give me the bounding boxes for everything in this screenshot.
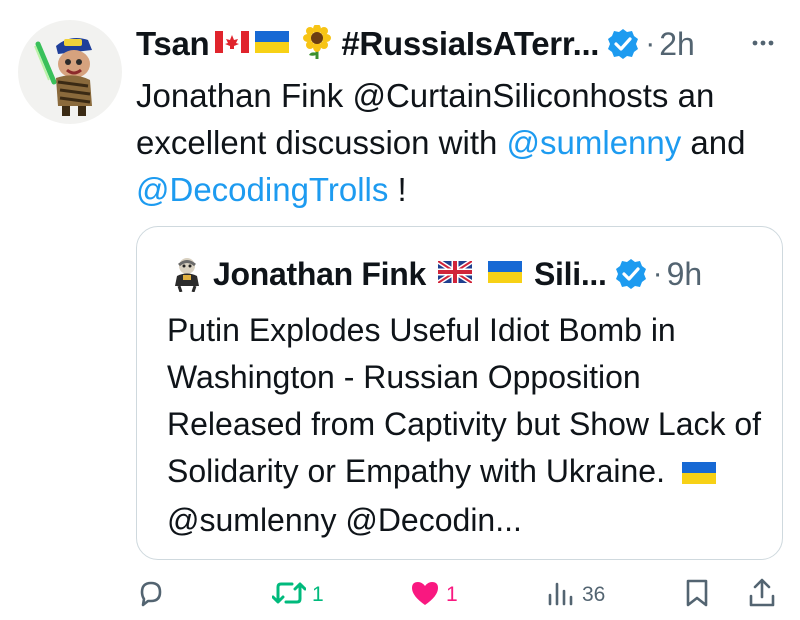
views-button[interactable]: 36 [546,572,605,618]
retweet-count: 1 [312,583,324,606]
uk-flag-icon [436,258,474,288]
separator-dot: · [645,27,656,60]
mention-link[interactable]: @sumlenny [507,124,682,161]
timestamp[interactable]: 2h [659,26,695,63]
quoted-text-part: @sumlenny @Decodin... [167,502,522,538]
tweet-text-part: ! [388,171,407,208]
share-button[interactable] [748,572,776,618]
quoted-tweet[interactable]: Jonathan Fink Sili... · 9h Putin Explode… [136,226,783,560]
quoted-tweet-header: Jonathan Fink Sili... · 9h [171,253,771,295]
ukraine-flag-icon [255,30,290,58]
quoted-text-part: Putin Explodes Useful Idiot Bomb in Wash… [167,312,762,489]
quoted-tweet-text: Putin Explodes Useful Idiot Bomb in Wash… [167,307,767,544]
heart-icon [410,579,440,612]
quoted-author-handle-display[interactable]: Sili... [534,256,607,293]
bookmark-icon [684,578,710,613]
tweet[interactable]: Tsan #RussiaIsATerr... · 2h Jonathan Fin… [0,0,800,620]
views-icon [546,578,576,613]
mention-link[interactable]: @DecodingTrolls [136,171,388,208]
like-count: 1 [446,583,458,606]
reply-icon [136,578,166,613]
share-icon [748,578,776,613]
ukraine-flag-icon [681,450,716,497]
separator-dot: · [652,257,663,290]
quoted-timestamp[interactable]: 9h [667,256,703,293]
tweet-text: Jonathan Fink @CurtainSiliconhosts an ex… [136,72,776,213]
more-options-icon[interactable] [750,30,776,61]
author-handle-display[interactable]: #RussiaIsATerr... [341,25,599,63]
tweet-text-part: and [681,124,746,161]
views-count: 36 [582,583,606,606]
bookmark-button[interactable] [684,572,710,618]
quoted-author-name[interactable]: Jonathan Fink [213,256,426,293]
quoted-author-avatar[interactable] [171,256,203,293]
author-avatar[interactable] [18,20,122,124]
retweet-button[interactable]: 1 [271,572,324,618]
ukraine-flag-icon [488,260,523,288]
like-button[interactable]: 1 [410,572,458,618]
sunflower-icon [301,23,333,64]
verified-badge-icon [615,258,647,290]
verified-badge-icon [607,28,639,60]
avatar-image [34,38,92,116]
reply-button[interactable] [136,572,172,618]
tweet-actions: 1 1 36 [0,572,800,620]
tweet-header: Tsan #RussiaIsATerr... · 2h [136,22,776,66]
author-name[interactable]: Tsan [136,25,210,63]
canada-flag-icon [215,30,250,58]
retweet-icon [271,579,307,612]
